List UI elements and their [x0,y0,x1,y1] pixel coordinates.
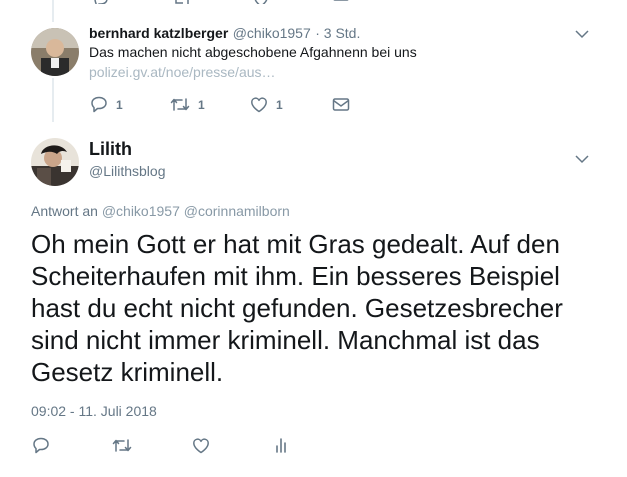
like-button[interactable]: 1 [250,96,283,113]
retweet-count: 1 [198,97,205,112]
heart-icon [251,97,267,113]
retweet-button[interactable] [112,437,132,454]
previous-tweet-actions [90,0,370,4]
reply-mention[interactable]: @chiko1957 [102,203,180,219]
heart-icon[interactable] [252,0,270,4]
mail-icon[interactable] [332,0,350,4]
like-count: 1 [276,97,283,112]
tweet-text: Das machen nicht abgeschobene Afgahnenn … [89,44,417,60]
reply-count: 1 [116,97,123,112]
retweet-button[interactable]: 1 [170,96,205,113]
heart-icon [193,438,209,454]
reply-button[interactable] [32,437,50,454]
reply-icon[interactable] [92,0,110,4]
thread-line-bottom [52,78,54,122]
avatar[interactable] [31,28,79,76]
reply-button[interactable]: 1 [90,96,123,113]
reply-icon [33,437,49,454]
tweet-header: bernhard katzlberger @chiko1957 · 3 Std. [89,25,360,43]
author-name[interactable]: Lilith [89,139,132,160]
analytics-button[interactable] [272,437,290,454]
author-name[interactable]: bernhard katzlberger [89,25,228,41]
reply-context: Antwort an @chiko1957 @corinnamilborn [31,203,290,219]
mail-icon [332,98,350,111]
tweet-time[interactable]: · 3 Std. [315,25,360,41]
analytics-icon [276,438,286,453]
main-tweet-text: Oh mein Gott er hat mit Gras gedealt. Au… [31,229,563,387]
retweet-icon [112,439,132,452]
chevron-down-icon[interactable] [575,154,589,164]
thread-line-top [52,0,54,22]
tweet-link[interactable]: polizei.gv.at/noe/presse/aus… [89,64,276,80]
author-handle[interactable]: @Lilithsblog [89,163,165,179]
main-tweet-actions [32,437,312,457]
chevron-down-icon[interactable] [575,29,589,39]
like-button[interactable] [192,437,210,454]
tweet-timestamp[interactable]: 09:02 - 11. Juli 2018 [31,403,157,419]
reply-prefix: Antwort an [31,203,98,219]
tweet-actions: 1 1 1 [90,96,390,114]
reply-icon [91,96,107,113]
author-handle[interactable]: @chiko1957 [233,25,311,41]
avatar[interactable] [31,138,79,186]
retweet-icon [170,98,190,111]
reply-mention[interactable]: @corinnamilborn [184,203,290,219]
retweet-icon[interactable] [172,0,192,4]
dm-button[interactable] [332,96,350,113]
